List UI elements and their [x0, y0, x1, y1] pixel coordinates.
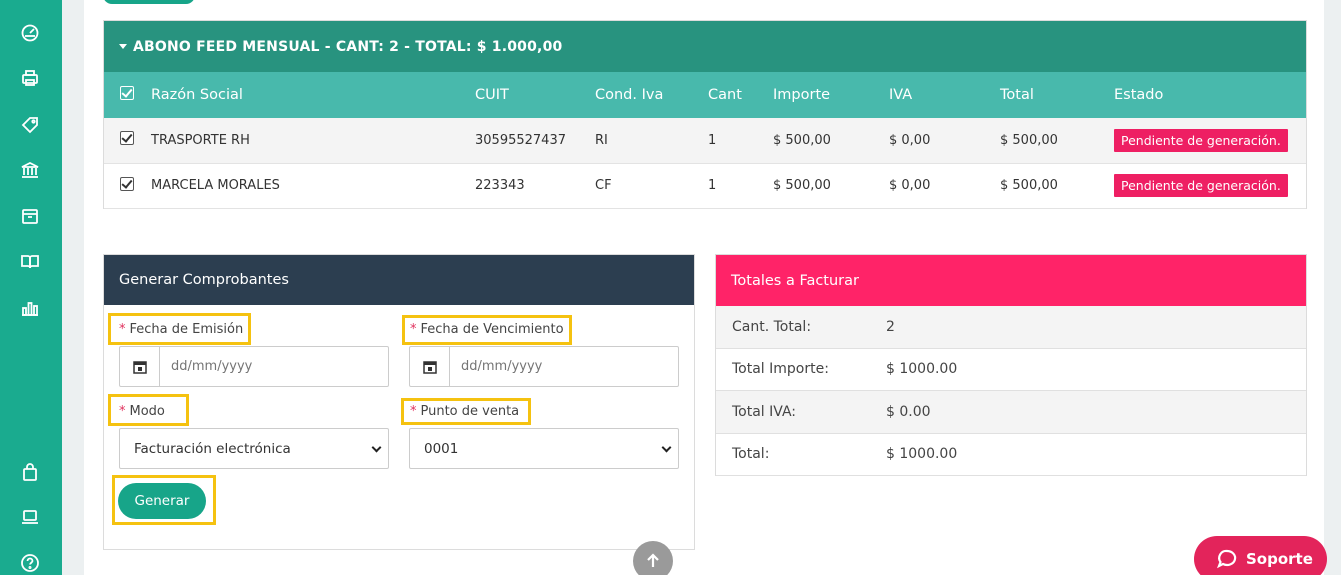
col-cond-iva: Cond. Iva [595, 87, 664, 103]
soporte-label: Soporte [1246, 550, 1313, 568]
cell-importe: $ 500,00 [773, 178, 831, 193]
cell-cuit: 30595527437 [475, 132, 566, 148]
modo-label: * Modo [119, 404, 165, 419]
fecha-emision-input[interactable] [160, 347, 388, 386]
arrow-up-icon [647, 553, 659, 567]
generar-button[interactable]: Generar [118, 483, 206, 519]
cell-iva: $ 0,00 [889, 178, 931, 193]
col-estado: Estado [1114, 87, 1164, 103]
totales-panel: Totales a Facturar Cant. Total: 2 Total I… [715, 254, 1307, 476]
cell-cuit: 223343 [475, 178, 525, 193]
cell-cond-iva: RI [595, 132, 608, 148]
chevron-down-icon [371, 442, 382, 453]
calendar-icon[interactable] [410, 347, 450, 386]
status-badge: Pendiente de generación. [1114, 174, 1288, 197]
invoice-group-panel: ABONO FEED MENSUAL - CANT: 2 - TOTAL: $ … [103, 20, 1307, 209]
select-all-checkbox[interactable] [120, 86, 134, 100]
punto-venta-selected-value: 0001 [424, 440, 459, 457]
cell-importe: $ 500,00 [773, 132, 831, 148]
bank-icon[interactable] [19, 159, 41, 181]
col-razon-social: Razón Social [151, 87, 243, 103]
table-row: MARCELA MORALES 223343 CF 1 $ 500,00 $ 0… [104, 163, 1306, 208]
fecha-emision-label: * Fecha de Emisión [119, 322, 244, 337]
row-checkbox[interactable] [120, 176, 134, 191]
col-cuit: CUIT [475, 87, 509, 103]
modo-selected-value: Facturación electrónica [134, 440, 291, 457]
laptop-icon[interactable] [19, 506, 41, 528]
fecha-vencimiento-input[interactable] [450, 347, 678, 386]
fecha-emision-field[interactable] [119, 346, 389, 387]
chevron-down-icon [661, 442, 672, 453]
cell-total: $ 500,00 [1000, 178, 1058, 193]
shopping-bag-icon[interactable] [19, 461, 41, 483]
fecha-vencimiento-label: * Fecha de Vencimiento [410, 322, 564, 337]
fecha-vencimiento-field[interactable] [409, 346, 679, 387]
cell-iva: $ 0,00 [889, 132, 931, 148]
punto-venta-label: * Punto de venta [410, 404, 520, 419]
col-total: Total [1000, 87, 1034, 103]
totales-row: Total: $ 1000.00 [716, 434, 1306, 476]
modo-select[interactable]: Facturación electrónica [119, 428, 389, 469]
totales-header: Totales a Facturar [716, 255, 1306, 306]
cell-cant: 1 [708, 132, 717, 148]
tag-icon[interactable] [19, 114, 41, 136]
group-header[interactable]: ABONO FEED MENSUAL - CANT: 2 - TOTAL: $ … [104, 21, 1306, 72]
bar-chart-icon[interactable] [19, 297, 41, 319]
box-icon[interactable] [19, 205, 41, 227]
table-header-row: Razón Social CUIT Cond. Iva Cant Importe… [104, 72, 1306, 118]
col-iva: IVA [889, 87, 913, 103]
invoice-table: Razón Social CUIT Cond. Iva Cant Importe… [104, 72, 1306, 209]
scroll-top-button[interactable] [633, 541, 673, 575]
cell-cant: 1 [708, 178, 717, 193]
table-row: TRASPORTE RH 30595527437 RI 1 $ 500,00 $… [104, 118, 1306, 163]
help-icon[interactable] [19, 552, 41, 574]
totales-row: Cant. Total: 2 [716, 306, 1306, 349]
dashboard-icon[interactable] [19, 21, 41, 43]
calendar-icon[interactable] [120, 347, 160, 386]
row-checkbox[interactable] [120, 131, 134, 146]
sidebar [0, 0, 62, 575]
punto-venta-select[interactable]: 0001 [409, 428, 679, 469]
top-button[interactable] [103, 0, 195, 4]
totales-row: Total IVA: $ 0.00 [716, 391, 1306, 434]
book-icon[interactable] [19, 251, 41, 273]
col-importe: Importe [773, 87, 831, 103]
totales-row: Total Importe: $ 1000.00 [716, 349, 1306, 391]
chat-icon [1216, 549, 1237, 569]
soporte-button[interactable]: Soporte [1194, 536, 1327, 575]
cell-razon-social: TRASPORTE RH [151, 132, 250, 148]
caret-down-icon [119, 44, 127, 49]
cell-total: $ 500,00 [1000, 132, 1058, 148]
col-cant: Cant [708, 87, 742, 103]
cell-cond-iva: CF [595, 178, 612, 193]
group-title: ABONO FEED MENSUAL - CANT: 2 - TOTAL: $ … [133, 38, 563, 55]
generar-header: Generar Comprobantes [104, 255, 694, 305]
printer-icon[interactable] [19, 67, 41, 89]
status-badge: Pendiente de generación. [1114, 128, 1288, 152]
cell-razon-social: MARCELA MORALES [151, 178, 280, 193]
totales-list: Cant. Total: 2 Total Importe: $ 1000.00 To… [716, 306, 1306, 476]
